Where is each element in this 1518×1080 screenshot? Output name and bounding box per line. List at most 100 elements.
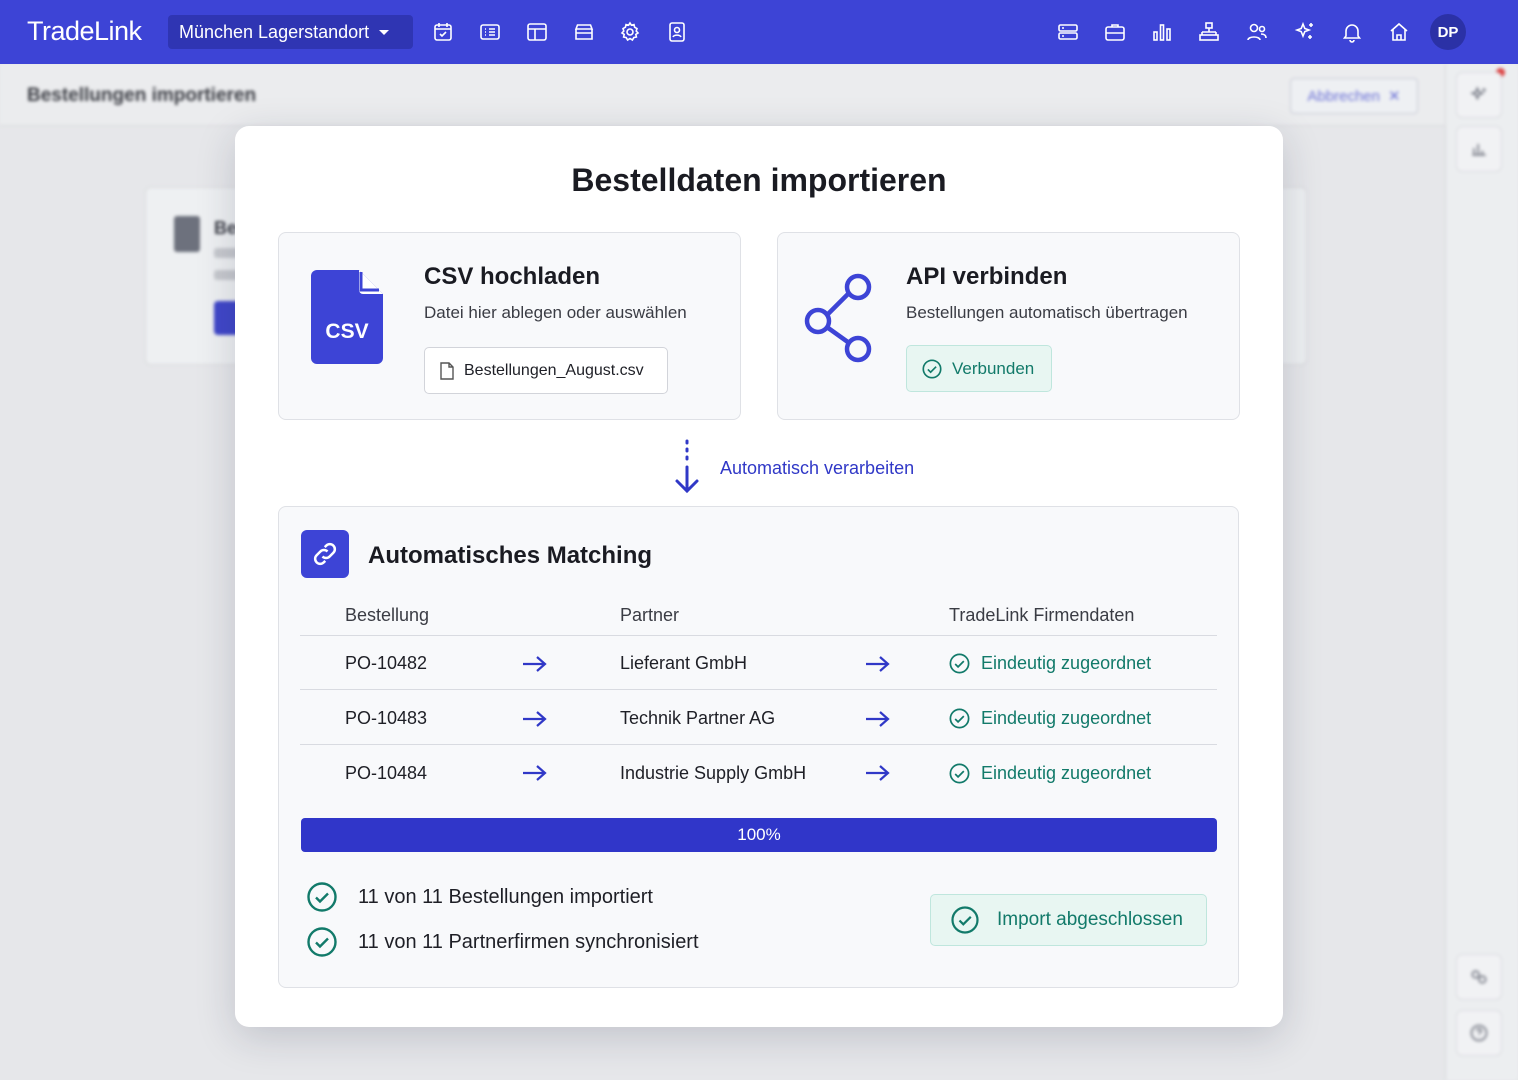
flow-label: Automatisch verarbeiten <box>720 458 915 478</box>
share-nodes-icon <box>804 273 872 363</box>
cancel-label: Abbrechen <box>1307 87 1380 105</box>
location-select[interactable]: München Lagerstandort <box>168 15 413 49</box>
import-progress-bar: 100% <box>301 818 1217 852</box>
nav-server-button[interactable] <box>1056 20 1080 44</box>
bell-icon <box>1342 24 1362 43</box>
api-card-title: API verbinden <box>906 263 1068 290</box>
page-title: Bestellungen importieren <box>27 85 257 106</box>
arrow-right-icon <box>521 763 549 783</box>
users-icon <box>1247 23 1267 41</box>
location-select-value: München Lagerstandort <box>179 21 370 42</box>
check-circle-icon <box>949 763 970 784</box>
csv-upload-card[interactable]: CSV CSV hochladen Datei hier ablegen ode… <box>278 232 741 420</box>
match-status-text: Eindeutig zugeordnet <box>981 653 1152 673</box>
summary-partners-text: 11 von 11 Partnerfirmen synchronisiert <box>358 930 699 953</box>
order-id: PO-10482 <box>345 653 428 673</box>
table-divider <box>300 689 1217 690</box>
api-card-subtitle: Bestellungen automatisch übertragen <box>906 303 1188 322</box>
matching-title: Automatisches Matching <box>368 542 653 569</box>
user-avatar[interactable]: DP <box>1430 14 1466 50</box>
nav-layout-button[interactable] <box>525 20 549 44</box>
match-status: Eindeutig zugeordnet <box>948 762 1151 785</box>
order-id: PO-10484 <box>345 763 428 783</box>
nav-settings-button[interactable] <box>618 20 642 44</box>
link-icon <box>313 542 337 566</box>
arrow-right-icon <box>864 654 892 674</box>
match-status-text: Eindeutig zugeordnet <box>981 708 1152 728</box>
column-header-order: Bestellung <box>345 605 430 625</box>
summary-orders: 11 von 11 Bestellungen importiert <box>306 881 653 913</box>
partner-name: Technik Partner AG <box>620 708 776 728</box>
summary-partners: 11 von 11 Partnerfirmen synchronisiert <box>306 926 699 958</box>
arrow-down-icon <box>675 439 699 494</box>
calendar-check-icon <box>434 23 452 41</box>
arrow-right-icon <box>521 654 549 674</box>
contact-card-icon <box>669 22 685 42</box>
check-circle-icon <box>307 882 337 912</box>
selected-file-chip[interactable]: Bestellungen_August.csv <box>424 347 668 394</box>
nav-analytics-button[interactable] <box>1150 20 1174 44</box>
nav-home-button[interactable] <box>1387 20 1411 44</box>
csv-card-title: CSV hochladen <box>424 263 601 290</box>
arrow-right-icon <box>864 763 892 783</box>
match-status: Eindeutig zugeordnet <box>948 707 1151 730</box>
check-circle-icon <box>949 708 970 729</box>
nav-users-button[interactable] <box>1245 20 1269 44</box>
csv-file-icon: CSV <box>311 270 383 364</box>
app-logo[interactable]: TradeLink <box>27 16 142 47</box>
file-icon <box>440 361 454 380</box>
rail-help-button[interactable] <box>1456 1010 1502 1056</box>
sparkles-icon <box>1294 21 1313 39</box>
modal-title: Bestelldaten importieren <box>571 162 947 198</box>
link-icon <box>1471 970 1487 984</box>
import-complete-badge: Import abgeschlossen <box>930 894 1207 946</box>
nav-calendar-button[interactable] <box>431 20 455 44</box>
check-circle-icon <box>949 653 970 674</box>
import-complete-text: Import abgeschlossen <box>997 909 1183 930</box>
check-circle-icon <box>922 358 942 379</box>
nav-list-button[interactable] <box>478 20 502 44</box>
table-divider <box>300 744 1217 745</box>
summary-orders-text: 11 von 11 Bestellungen importiert <box>358 885 653 908</box>
import-modal: Bestelldaten importieren CSV CSV hochlad… <box>235 126 1283 1027</box>
briefcase-icon <box>1105 24 1125 41</box>
matching-panel: Automatisches Matching Bestellung Partne… <box>278 506 1239 988</box>
page-header: Bestellungen importieren Abbrechen ✕ <box>0 64 1445 126</box>
nav-briefcase-button[interactable] <box>1103 20 1127 44</box>
home-icon <box>1390 22 1408 41</box>
api-connect-card[interactable]: API verbinden Bestellungen automatisch ü… <box>777 232 1240 420</box>
download-document-icon <box>174 216 200 252</box>
api-status-text: Verbunden <box>952 358 1035 378</box>
rail-link-button[interactable] <box>1456 954 1502 1000</box>
csv-file-label: CSV <box>325 320 368 343</box>
bar-chart-icon <box>1153 24 1171 41</box>
sparkles-icon <box>1470 86 1486 101</box>
chevron-down-icon <box>379 29 390 35</box>
right-rail <box>1445 64 1518 1080</box>
partner-name: Industrie Supply GmbH <box>620 763 807 783</box>
close-icon: ✕ <box>1387 88 1401 105</box>
bar-chart-icon <box>1472 144 1486 156</box>
nav-store-button[interactable] <box>572 20 596 44</box>
rail-sparkles-button[interactable] <box>1456 72 1502 118</box>
arrow-right-icon <box>864 709 892 729</box>
table-divider <box>300 635 1217 636</box>
store-icon <box>574 24 594 40</box>
top-navigation: TradeLink München Lagerstandort DP <box>0 0 1518 64</box>
match-status: Eindeutig zugeordnet <box>948 652 1151 675</box>
nav-ai-button[interactable] <box>1293 20 1317 44</box>
rail-chart-button[interactable] <box>1456 126 1502 172</box>
column-header-partner: Partner <box>620 605 680 625</box>
cancel-button[interactable]: Abbrechen ✕ <box>1290 78 1418 114</box>
hierarchy-icon <box>1199 22 1219 41</box>
column-header-company-data: TradeLink Firmendaten <box>949 605 1135 625</box>
list-icon <box>480 24 500 40</box>
partner-name: Lieferant GmbH <box>620 653 748 673</box>
nav-hierarchy-button[interactable] <box>1197 20 1221 44</box>
server-icon <box>1058 24 1078 40</box>
nav-notifications-button[interactable] <box>1340 20 1364 44</box>
arrow-right-icon <box>521 709 549 729</box>
nav-contacts-button[interactable] <box>665 20 689 44</box>
check-circle-icon <box>307 927 337 957</box>
api-status-badge: Verbunden <box>906 345 1052 392</box>
